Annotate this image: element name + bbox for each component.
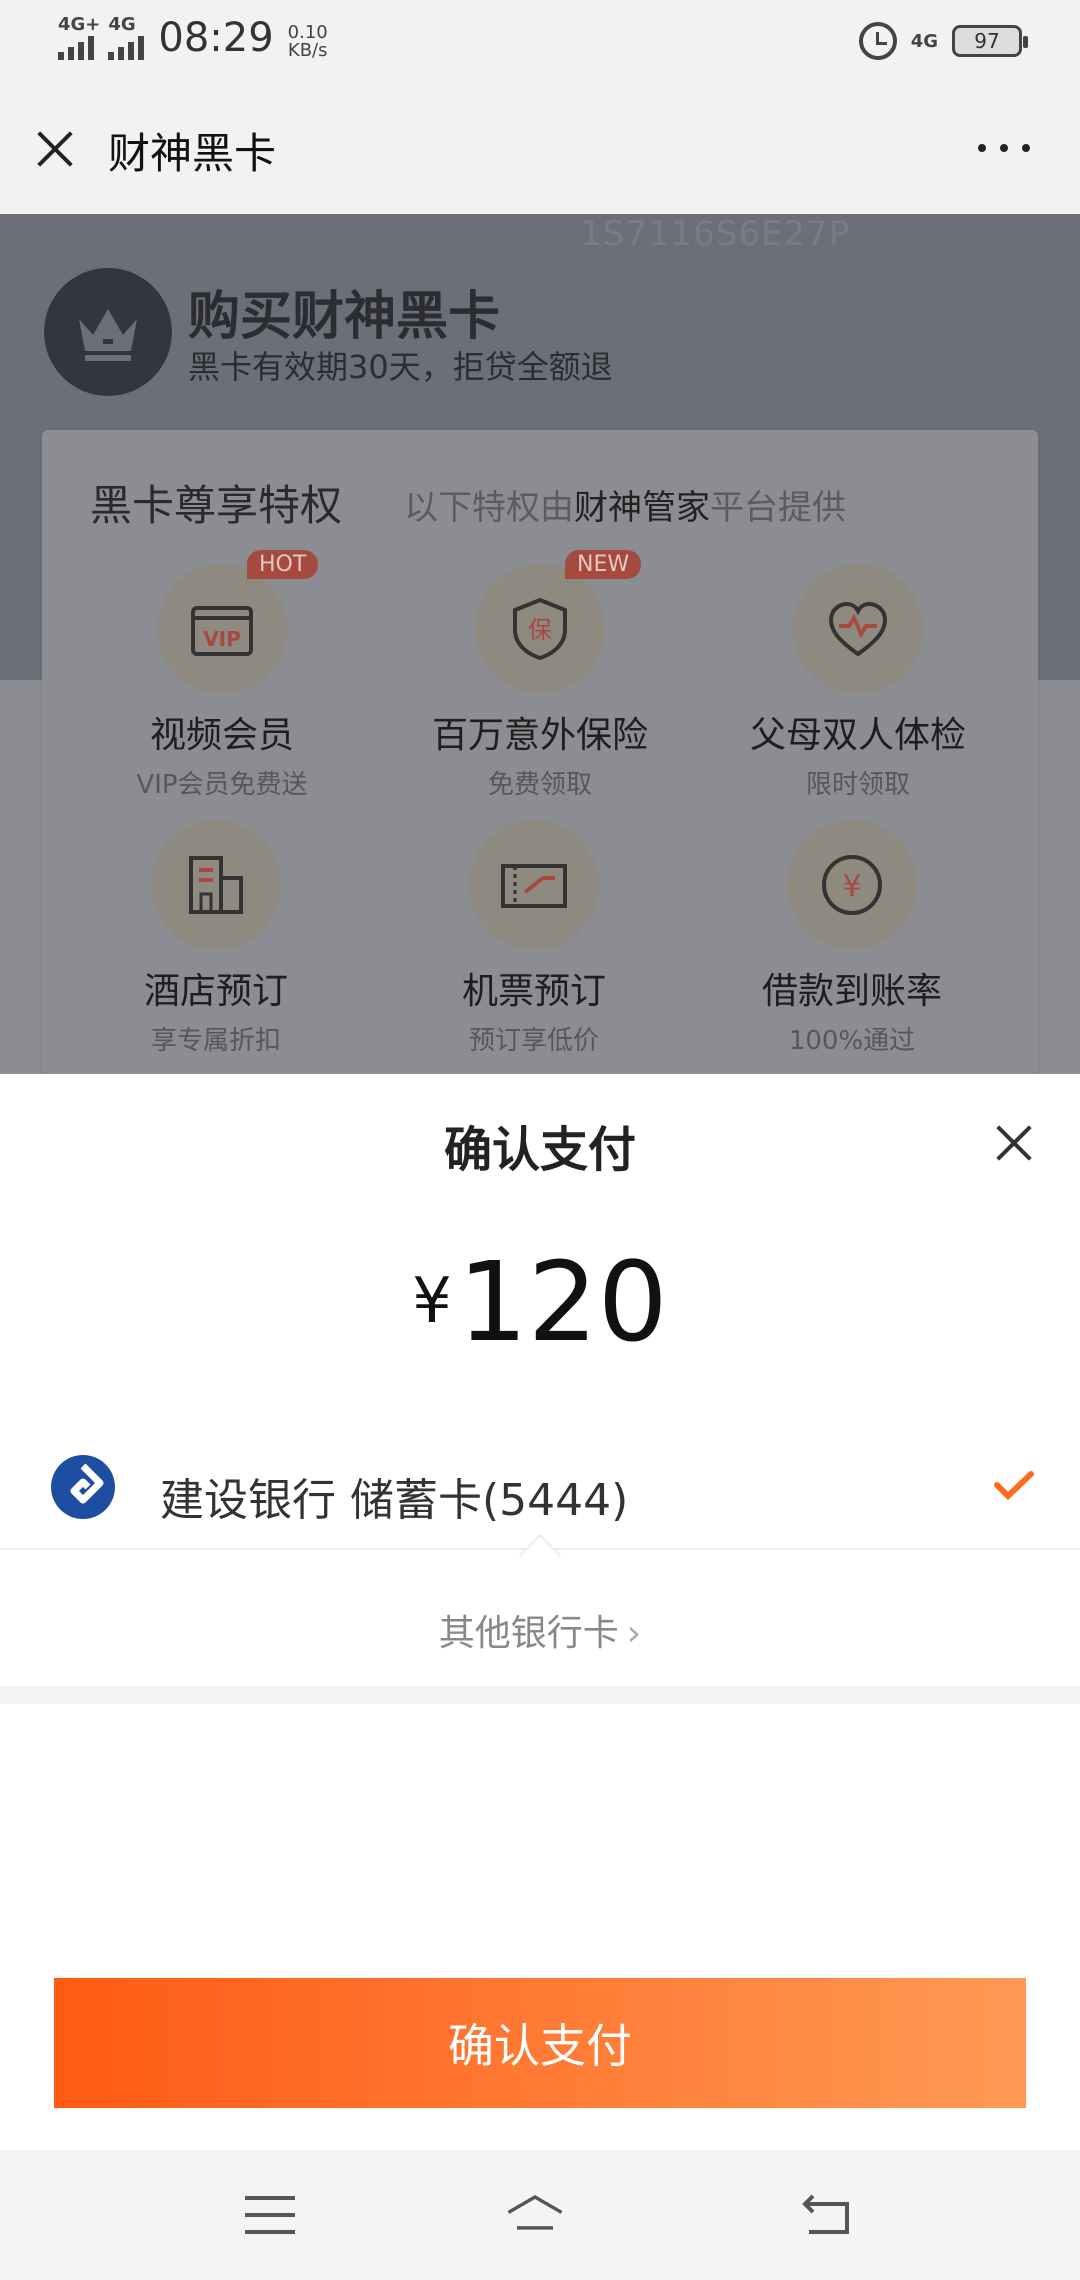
- signal-bars-icon: [108, 34, 145, 60]
- perk-name: 百万意外保险: [431, 715, 648, 756]
- perk-accident-insurance[interactable]: 保 NEW 百万意外保险 免费领取: [390, 550, 690, 801]
- back-icon[interactable]: [795, 2190, 855, 2240]
- perk-subtitle: VIP会员免费送: [136, 770, 308, 800]
- bank-card-label: 建设银行 储蓄卡(5444): [160, 1475, 629, 1526]
- perk-parents-checkup[interactable]: 父母双人体检 限时领取: [708, 564, 1008, 801]
- new-badge: NEW: [565, 550, 642, 579]
- perk-video-vip[interactable]: VIP HOT 视频会员 VIP会员免费送: [72, 550, 372, 801]
- perk-loan-approval[interactable]: ¥ 借款到账率 100%通过: [702, 820, 1002, 1057]
- divider: [0, 1686, 1080, 1704]
- perk-subtitle: 限时领取: [805, 770, 910, 800]
- close-icon[interactable]: [30, 124, 80, 174]
- perk-subtitle: 享专属折扣: [150, 1026, 281, 1056]
- signal-bars-icon: [58, 34, 94, 60]
- yen-coin-icon: ¥: [787, 820, 917, 950]
- perk-name: 视频会员: [149, 715, 294, 756]
- ticket-icon: [469, 820, 599, 950]
- hero-title: 购买财神黑卡: [188, 287, 501, 347]
- close-icon[interactable]: [994, 1122, 1034, 1162]
- svg-text:¥: ¥: [842, 869, 861, 904]
- signal-indicator-1: 4G+: [58, 16, 100, 60]
- hero-subtitle: 黑卡有效期30天，拒贷全额退: [188, 348, 613, 386]
- network-speed: 0.10 KB/s: [288, 24, 328, 60]
- perk-name: 借款到账率: [761, 971, 942, 1012]
- alarm-icon: [858, 22, 897, 60]
- ccb-bank-logo-icon: [51, 1455, 115, 1519]
- network-type-label: 4G+: [58, 14, 101, 35]
- card-serial: 1S7116S6E27P: [580, 214, 851, 254]
- menu-icon[interactable]: [245, 2196, 305, 2246]
- perk-hotel-booking[interactable]: 酒店预订 享专属折扣: [66, 820, 366, 1057]
- perk-name: 父母双人体检: [749, 715, 966, 756]
- perk-flight-booking[interactable]: 机票预订 预订享低价: [384, 820, 684, 1057]
- other-bank-card-link[interactable]: 其他银行卡 ›: [0, 1604, 1080, 1656]
- privileges-provider-note: 以下特权由财神管家平台提供: [404, 488, 846, 528]
- chevron-right-icon: ›: [626, 1613, 642, 1654]
- perk-subtitle: 预订享低价: [468, 1026, 599, 1056]
- speed-unit: KB/s: [287, 40, 328, 61]
- privileges-card: 黑卡尊享特权 以下特权由财神管家平台提供 VIP HOT 视频会员 VIP会员免…: [42, 430, 1038, 1074]
- more-options-icon[interactable]: [978, 144, 1030, 152]
- perk-name: 酒店预订: [143, 971, 288, 1012]
- hot-badge: HOT: [247, 550, 319, 579]
- currency-symbol: ¥: [412, 1264, 452, 1337]
- perk-subtitle: 免费领取: [487, 770, 592, 800]
- sheet-title: 确认支付: [443, 1122, 636, 1178]
- shield-icon: 保 NEW: [475, 550, 642, 694]
- payment-sheet: 确认支付 ¥120 建设银行 储蓄卡(5444) 其他银行卡 › 确认支付: [0, 1074, 1080, 2150]
- svg-text:保: 保: [528, 616, 552, 644]
- signal-indicator-2: 4G: [108, 14, 145, 60]
- heart-pulse-icon: [793, 564, 923, 694]
- battery-icon: 97: [952, 25, 1028, 57]
- system-nav-bar: [0, 2150, 1080, 2280]
- battery-level: 97: [974, 29, 1000, 53]
- amount-value: 120: [457, 1238, 668, 1366]
- payment-amount: ¥120: [0, 1238, 1080, 1366]
- provider-brand: 财神管家: [574, 488, 710, 528]
- vip-ticket-icon: VIP HOT: [157, 550, 319, 694]
- privileges-title: 黑卡尊享特权: [90, 481, 343, 530]
- status-bar: 4G+ 4G 08:29 0.10 KB/s 4G 97: [0, 0, 1080, 84]
- perk-name: 机票预订: [461, 971, 606, 1012]
- check-icon: [994, 1471, 1034, 1500]
- selected-bank-card[interactable]: 建设银行 储蓄卡(5444): [0, 1424, 1080, 1550]
- title-bar: 财神黑卡: [0, 84, 1080, 214]
- background-page-overlay[interactable]: 1S7116S6E27P 购买财神黑卡 黑卡有效期30天，拒贷全额退 黑卡尊享特…: [0, 214, 1080, 1074]
- perk-subtitle: 100%通过: [788, 1026, 916, 1056]
- network-type-label: 4G: [910, 30, 938, 52]
- hotel-icon: [151, 820, 281, 950]
- network-type-label: 4G: [108, 14, 136, 35]
- svg-text:VIP: VIP: [203, 627, 241, 651]
- page-title: 财神黑卡: [108, 129, 277, 178]
- confirm-payment-button[interactable]: 确认支付: [54, 1978, 1026, 2108]
- other-bank-label: 其他银行卡: [438, 1613, 619, 1654]
- clock: 08:29: [158, 15, 274, 61]
- home-icon[interactable]: [505, 2190, 565, 2240]
- crown-icon: [44, 268, 172, 396]
